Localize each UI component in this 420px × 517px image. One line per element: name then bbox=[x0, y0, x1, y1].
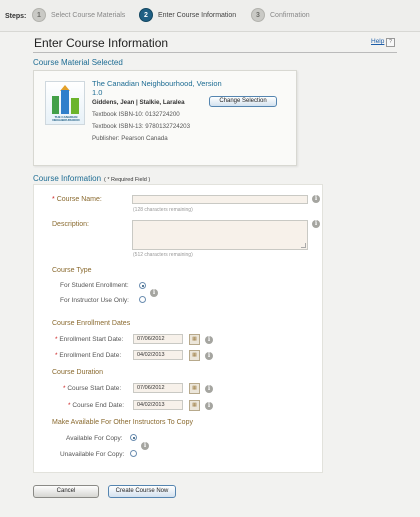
book-publisher: Publisher: Pearson Canada bbox=[92, 135, 168, 142]
availability-info-icon[interactable]: i bbox=[141, 442, 149, 450]
course-name-info-icon[interactable]: i bbox=[312, 195, 320, 203]
create-course-button[interactable]: Create Course Now bbox=[108, 485, 176, 498]
enrollment-end-info-icon[interactable]: i bbox=[205, 352, 213, 360]
cancel-button[interactable]: Cancel bbox=[33, 485, 99, 498]
enrollment-start-label: * Enrollment Start Date: bbox=[55, 336, 124, 343]
student-enrollment-radio[interactable] bbox=[139, 282, 146, 289]
description-label: Description: bbox=[52, 221, 89, 228]
enrollment-end-label: * Enrollment End Date: bbox=[55, 352, 122, 359]
help-link[interactable]: Help bbox=[371, 38, 384, 45]
calendar-icon[interactable]: ▦ bbox=[189, 350, 200, 361]
enrollment-start-info-icon[interactable]: i bbox=[205, 336, 213, 344]
help-icon[interactable]: ? bbox=[386, 38, 395, 47]
steps-bar: Steps: 1 Select Course Materials 2 Enter… bbox=[0, 0, 420, 32]
calendar-icon[interactable]: ▦ bbox=[189, 400, 200, 411]
course-end-info-icon[interactable]: i bbox=[205, 402, 213, 410]
course-info-panel: * Course Name: (128 characters remaining… bbox=[33, 184, 323, 473]
course-info-section-title: Course Information( * Required Field ) bbox=[33, 174, 150, 183]
step-enter-info: 2 Enter Course Information bbox=[139, 8, 236, 22]
course-name-label: * Course Name: bbox=[52, 196, 102, 203]
availability-title: Make Available For Other Instructors To … bbox=[52, 419, 193, 426]
book-cover-image: THE CANADIAN NEIGHBOURHOOD bbox=[45, 81, 85, 125]
calendar-icon[interactable]: ▦ bbox=[189, 334, 200, 345]
unavailable-radio[interactable] bbox=[130, 450, 137, 457]
required-field-note: ( * Required Field ) bbox=[104, 177, 151, 183]
course-name-hint: (128 characters remaining) bbox=[133, 207, 193, 213]
enrollment-end-input[interactable] bbox=[133, 350, 183, 360]
description-hint: (512 characters remaining) bbox=[133, 252, 193, 258]
available-label: Available For Copy: bbox=[66, 435, 123, 442]
step-number-3: 3 bbox=[251, 8, 265, 22]
material-box: THE CANADIAN NEIGHBOURHOOD The Canadian … bbox=[33, 70, 297, 166]
step-select-materials[interactable]: 1 Select Course Materials bbox=[32, 8, 125, 22]
course-start-input[interactable] bbox=[133, 383, 183, 393]
course-duration-title: Course Duration bbox=[52, 369, 103, 376]
book-title: The Canadian Neighbourhood, Version 1.0 bbox=[92, 79, 222, 97]
steps-label: Steps: bbox=[5, 13, 27, 20]
step-number-2: 2 bbox=[139, 8, 153, 22]
title-divider bbox=[33, 52, 397, 53]
course-end-label: * Course End Date: bbox=[68, 402, 125, 409]
instructor-use-label: For Instructor Use Only: bbox=[60, 297, 129, 304]
course-type-title: Course Type bbox=[52, 267, 92, 274]
course-start-label: * Course Start Date: bbox=[63, 385, 122, 392]
course-start-info-icon[interactable]: i bbox=[205, 385, 213, 393]
step-label-2: Enter Course Information bbox=[158, 11, 237, 19]
description-info-icon[interactable]: i bbox=[312, 220, 320, 228]
description-textarea[interactable] bbox=[132, 220, 308, 250]
course-name-input[interactable] bbox=[132, 195, 308, 204]
course-type-info-icon[interactable]: i bbox=[150, 289, 158, 297]
unavailable-label: Unavailable For Copy: bbox=[60, 451, 125, 458]
required-star: * bbox=[52, 196, 55, 203]
book-authors: Giddens, Jean | Stalkie, Laralea bbox=[92, 99, 185, 106]
book-isbn13: Textbook ISBN-13: 9780132724203 bbox=[92, 123, 191, 130]
page-title: Enter Course Information bbox=[34, 36, 169, 50]
book-cover-text: THE CANADIAN NEIGHBOURHOOD bbox=[52, 115, 80, 123]
step-confirmation: 3 Confirmation bbox=[251, 8, 310, 22]
resize-handle[interactable] bbox=[301, 243, 306, 248]
step-label-1: Select Course Materials bbox=[51, 11, 126, 19]
available-radio[interactable] bbox=[130, 434, 137, 441]
book-isbn10: Textbook ISBN-10: 0132724200 bbox=[92, 111, 180, 118]
step-label-3: Confirmation bbox=[270, 11, 310, 19]
enrollment-start-input[interactable] bbox=[133, 334, 183, 344]
course-info-title-text: Course Information bbox=[33, 174, 102, 183]
material-section-title: Course Material Selected bbox=[33, 58, 123, 67]
calendar-icon[interactable]: ▦ bbox=[189, 383, 200, 394]
change-selection-button[interactable]: Change Selection bbox=[209, 96, 277, 107]
instructor-use-radio[interactable] bbox=[139, 296, 146, 303]
course-end-input[interactable] bbox=[133, 400, 183, 410]
step-number-1: 1 bbox=[32, 8, 46, 22]
enrollment-dates-title: Course Enrollment Dates bbox=[52, 320, 131, 327]
student-enrollment-label: For Student Enrollment: bbox=[60, 282, 129, 289]
